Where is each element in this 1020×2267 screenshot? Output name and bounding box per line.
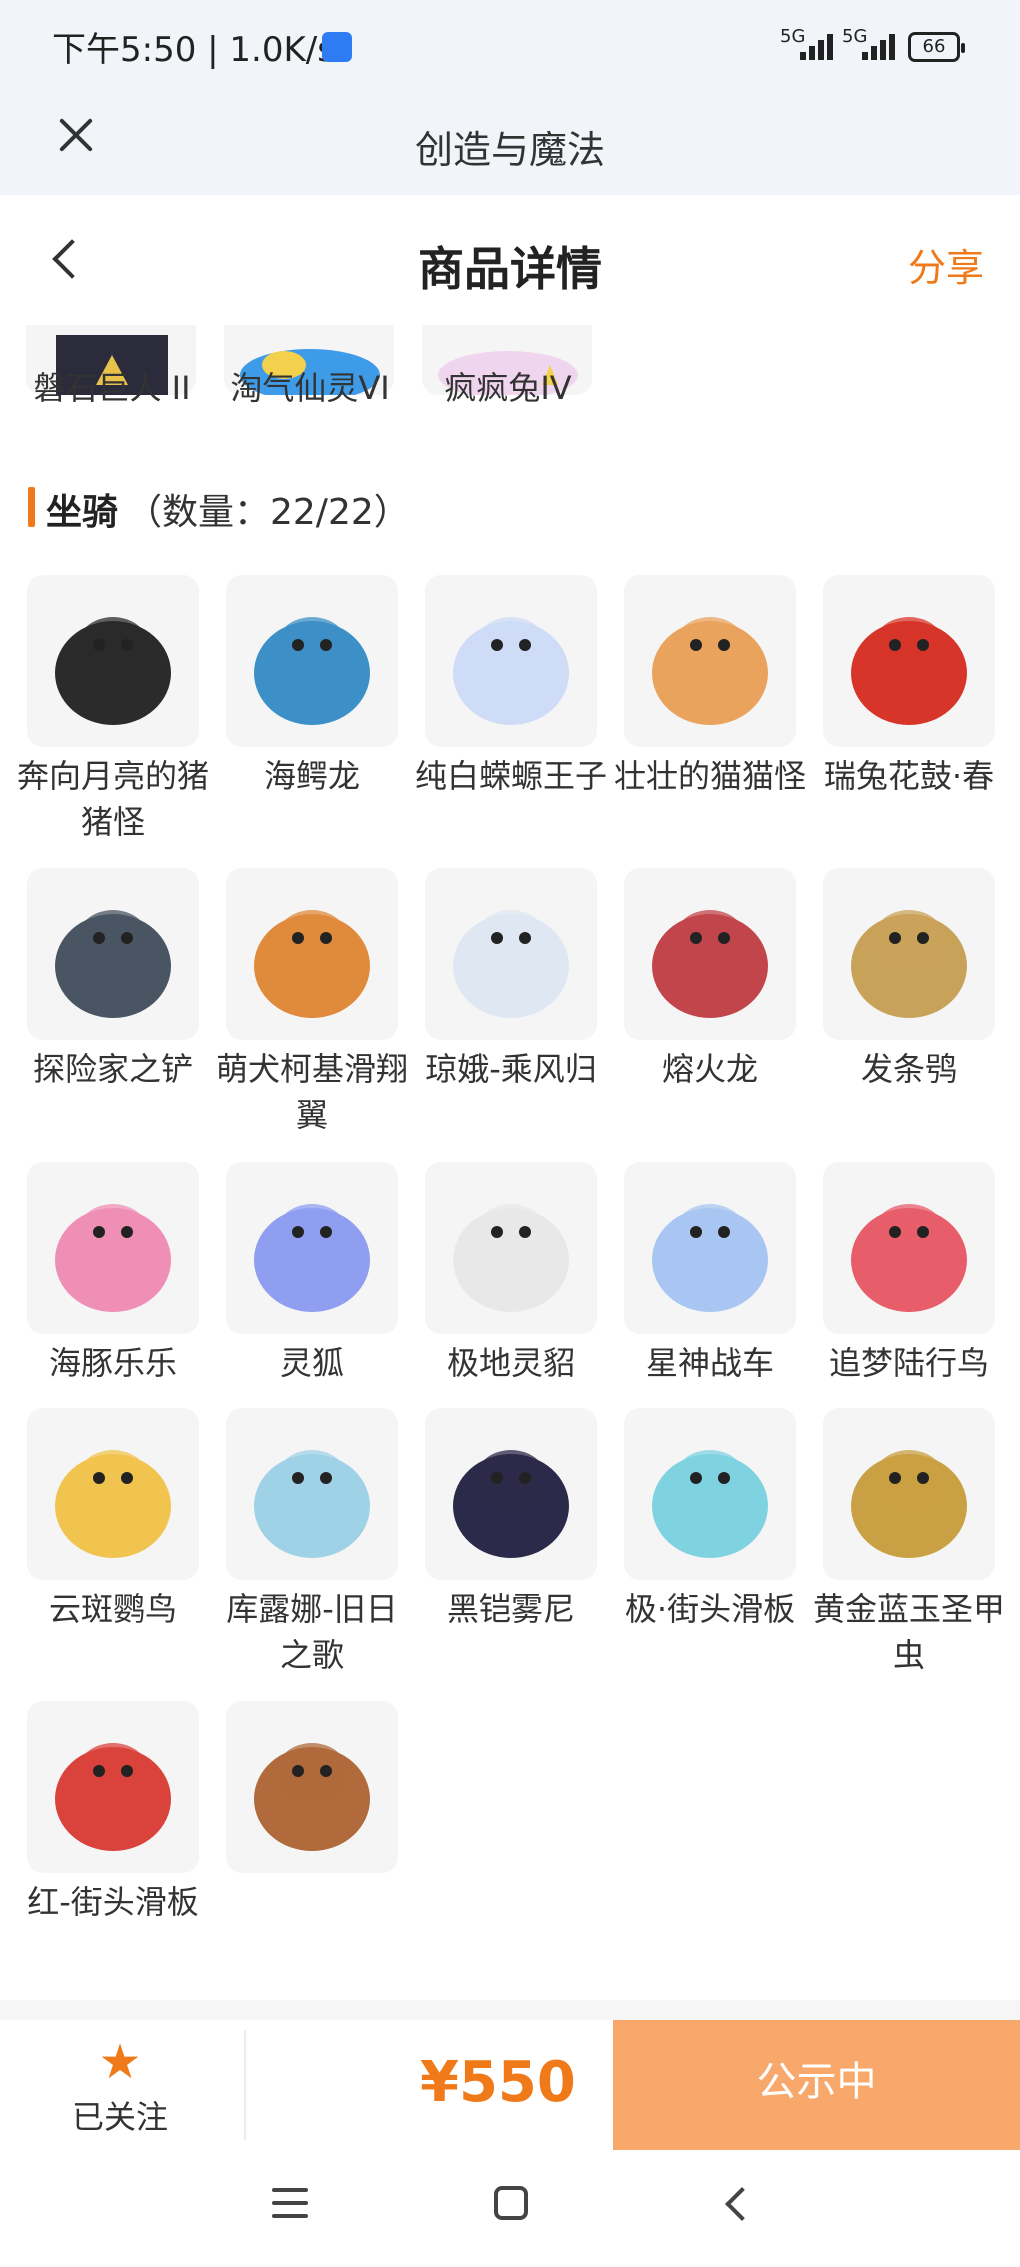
- mount-tile[interactable]: 奔向月亮的猪猪怪: [13, 575, 213, 845]
- mount-name: 红-街头滑板: [27, 1883, 199, 1921]
- mount-tile[interactable]: 黄金蓝玉圣甲虫: [809, 1408, 1009, 1678]
- skateboard-icon: [624, 1408, 796, 1580]
- scroll-content[interactable]: 磐石巨人 II 淘气仙灵VI 疯疯兔IV 坐骑 （数量：22/22） 奔向月亮的…: [0, 325, 1020, 2020]
- mount-tile[interactable]: 纯白蝾螈王子: [411, 575, 611, 799]
- mount-name: 海鳄龙: [263, 757, 360, 795]
- sea-dragon-icon: [226, 575, 398, 747]
- mount-tile[interactable]: 瑞兔花鼓·春: [809, 575, 1009, 799]
- mount-name: 奔向月亮的猪猪怪: [16, 757, 209, 841]
- publicity-status-button[interactable]: 公示中: [613, 2020, 1020, 2150]
- mount-name: 萌犬柯基滑翔翼: [215, 1050, 408, 1134]
- black-armor-icon: [425, 1408, 597, 1580]
- menu-icon[interactable]: [272, 2188, 308, 2220]
- mount-tile[interactable]: 海鳄龙: [212, 575, 412, 799]
- mount-tile[interactable]: 萌犬柯基滑翔翼: [212, 868, 412, 1138]
- scarab-icon: [823, 1408, 995, 1580]
- mount-name: 壮壮的猫猫怪: [613, 757, 806, 795]
- baidu-paw-icon: [322, 32, 352, 62]
- cat-mount-icon: [624, 575, 796, 747]
- follow-button[interactable]: ★ 已关注: [40, 2036, 200, 2146]
- vertical-divider: [244, 2030, 246, 2140]
- system-nav-bar: [0, 2150, 1020, 2267]
- status-time: 下午5:50 | 1.0K/s: [52, 30, 335, 70]
- mount-tile[interactable]: 发条鸮: [809, 868, 1009, 1092]
- bottom-action-bar: ★ 已关注 ¥550 公示中: [0, 2020, 1020, 2150]
- dream-bird-icon: [823, 1162, 995, 1334]
- mount-tile[interactable]: 探险家之铲: [13, 868, 213, 1092]
- mount-tile[interactable]: 星神战车: [610, 1162, 810, 1386]
- mount-name: 星神战车: [645, 1344, 774, 1382]
- status-bar: 下午5:50 | 1.0K/s 5G 5G 66: [0, 0, 1020, 95]
- mount-name: 极·街头滑板: [624, 1590, 796, 1628]
- clockwork-owl-icon: [823, 868, 995, 1040]
- mount-tile[interactable]: 壮壮的猫猫怪: [610, 575, 810, 799]
- item-name: 淘气仙灵VI: [230, 369, 390, 407]
- mount-name: 探险家之铲: [32, 1050, 193, 1088]
- mount-name: 熔火龙: [661, 1050, 758, 1088]
- app-bar: 创造与魔法: [0, 95, 1020, 195]
- share-button[interactable]: 分享: [908, 237, 984, 292]
- item-name: 磐石巨人 II: [33, 369, 191, 407]
- mount-tile[interactable]: [212, 1701, 412, 1879]
- red-skateboard-icon: [27, 1701, 199, 1873]
- page-title: 商品详情: [418, 242, 602, 296]
- star-chariot-icon: [624, 1162, 796, 1334]
- mount-name: 库露娜-旧日之歌: [226, 1590, 398, 1674]
- mount-name: 云斑鹦鸟: [48, 1590, 177, 1628]
- fire-dragon-icon: [624, 868, 796, 1040]
- parrot-icon: [27, 1408, 199, 1580]
- section-label: 坐骑: [46, 492, 119, 533]
- home-icon[interactable]: [494, 2186, 528, 2220]
- signal-icon-2: [862, 30, 910, 60]
- mount-name: 黄金蓝玉圣甲虫: [812, 1590, 1005, 1674]
- nav-bar: 商品详情 分享: [0, 195, 1020, 325]
- mount-name: 发条鸮: [860, 1050, 957, 1088]
- mount-tile[interactable]: 追梦陆行鸟: [809, 1162, 1009, 1386]
- mount-tile[interactable]: 红-街头滑板: [13, 1701, 213, 1925]
- divider: [0, 2000, 1020, 2020]
- section-count: （数量：22/22）: [126, 492, 410, 533]
- mount-name: 黑铠雾尼: [446, 1590, 575, 1628]
- mount-name: 琼娥-乘风归: [425, 1050, 597, 1088]
- mount-tile[interactable]: 灵狐: [212, 1162, 412, 1386]
- app-title: 创造与魔法: [414, 128, 605, 172]
- mount-tile[interactable]: 云斑鹦鸟: [13, 1408, 213, 1632]
- kuluna-icon: [226, 1408, 398, 1580]
- capybara-icon: [226, 1701, 398, 1873]
- mount-tile[interactable]: 琼娥-乘风归: [411, 868, 611, 1092]
- section-accent-bar: [28, 487, 35, 527]
- shovel-icon: [27, 868, 199, 1040]
- mount-name: 瑞兔花鼓·春: [823, 757, 995, 795]
- dolphin-icon: [27, 1162, 199, 1334]
- mount-tile[interactable]: 熔火龙: [610, 868, 810, 1092]
- system-back-icon[interactable]: [718, 2184, 758, 2224]
- mount-name: 灵狐: [279, 1344, 344, 1382]
- mount-name: 极地灵貂: [446, 1344, 575, 1382]
- star-icon: ★: [98, 2034, 142, 2090]
- signal-icon: [800, 30, 848, 60]
- mount-tile[interactable]: 极地灵貂: [411, 1162, 611, 1386]
- mount-name: 纯白蝾螈王子: [414, 757, 607, 795]
- mount-tile[interactable]: 黑铠雾尼: [411, 1408, 611, 1632]
- price: ¥550: [420, 2050, 576, 2115]
- polar-marten-icon: [425, 1162, 597, 1334]
- follow-label: 已关注: [71, 2098, 168, 2136]
- axolotl-icon: [425, 575, 597, 747]
- mount-name: 海豚乐乐: [48, 1344, 177, 1382]
- mount-tile[interactable]: 库露娜-旧日之歌: [212, 1408, 412, 1678]
- mount-tile[interactable]: 极·街头滑板: [610, 1408, 810, 1632]
- fairy-icon: [425, 868, 597, 1040]
- mount-name: 追梦陆行鸟: [828, 1344, 989, 1382]
- mount-tile[interactable]: 海豚乐乐: [13, 1162, 213, 1386]
- drum-icon: [823, 575, 995, 747]
- pig-mount-icon: [27, 575, 199, 747]
- item-name: 疯疯兔IV: [444, 369, 572, 407]
- corgi-glider-icon: [226, 868, 398, 1040]
- spirit-fox-icon: [226, 1162, 398, 1334]
- battery-icon: 66: [908, 32, 965, 62]
